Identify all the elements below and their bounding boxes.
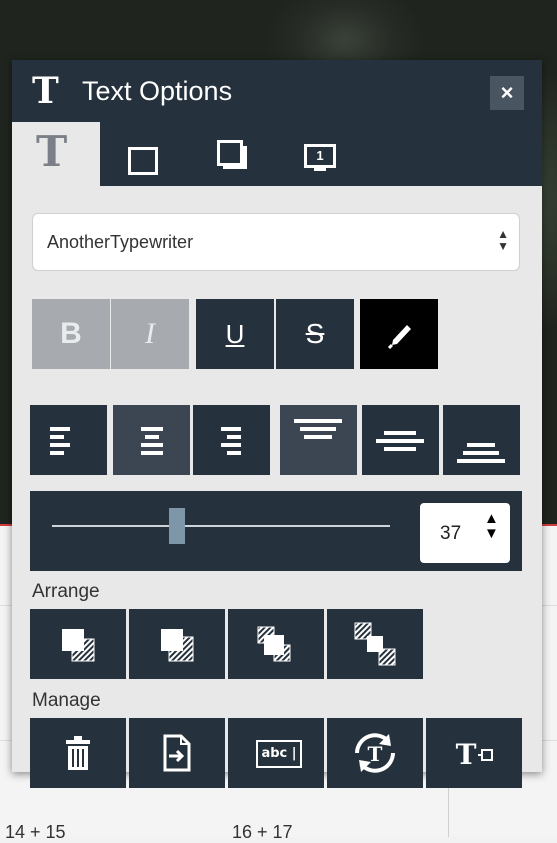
text-field-button[interactable]: T	[426, 718, 522, 788]
text-color-button[interactable]	[360, 299, 438, 369]
font-size-value: 37	[440, 523, 462, 544]
bring-forward-icon	[161, 629, 194, 662]
font-size-control: 37 ▲ ▼	[30, 491, 522, 571]
background-label: 14 + 15	[5, 822, 66, 842]
textbox-button[interactable]: abc |	[228, 718, 324, 788]
screen-icon: 1	[304, 144, 336, 171]
select-arrows-icon: ▲ ▼	[497, 227, 509, 253]
svg-text:T: T	[456, 738, 477, 771]
align-center-button[interactable]	[113, 405, 190, 475]
refresh-text-button[interactable]: T	[327, 718, 423, 788]
font-select-value: AnotherTypewriter	[47, 232, 194, 252]
background-label: 16 + 17	[232, 822, 293, 842]
svg-text:T: T	[368, 742, 383, 766]
send-backward-icon	[257, 626, 291, 662]
paint-brush-icon	[387, 325, 411, 350]
send-to-back-button[interactable]	[327, 609, 423, 679]
bring-to-front-icon	[62, 629, 95, 662]
file-export-icon	[163, 734, 191, 772]
valign-top-button[interactable]	[280, 405, 357, 475]
close-button[interactable]: ×	[490, 76, 524, 110]
text-T-icon: T	[36, 127, 68, 176]
font-size-slider-track[interactable]	[52, 525, 390, 527]
panel-header: T Text Options ×	[12, 60, 542, 122]
export-button[interactable]	[129, 718, 225, 788]
refresh-text-icon: T	[355, 733, 395, 773]
valign-bottom-icon	[457, 443, 505, 463]
bold-button[interactable]: B	[32, 299, 110, 369]
font-size-input[interactable]: 37 ▲ ▼	[420, 503, 510, 563]
align-left-button[interactable]	[30, 405, 107, 475]
manage-toolbar: abc | T T	[30, 718, 530, 788]
text-field-icon: T	[456, 738, 493, 771]
arrange-toolbar	[30, 609, 430, 679]
italic-button[interactable]: I	[111, 299, 189, 369]
valign-middle-button[interactable]	[362, 405, 439, 475]
arrange-label: Arrange	[32, 581, 100, 602]
valign-top-icon	[294, 419, 342, 439]
align-left-icon	[50, 427, 70, 455]
valign-middle-icon	[376, 431, 424, 451]
send-to-back-icon	[354, 622, 396, 666]
manage-label: Manage	[32, 690, 101, 711]
text-options-panel: T Text Options × T 1 AnotherTypewriter ▲…	[12, 60, 542, 788]
tab-text[interactable]: T	[12, 122, 100, 186]
align-center-icon	[141, 427, 163, 455]
font-select[interactable]: AnotherTypewriter ▲ ▼	[32, 213, 520, 271]
bring-to-front-button[interactable]	[30, 609, 126, 679]
square-outline-icon	[128, 147, 158, 175]
shadow-box-icon	[217, 140, 247, 169]
align-right-icon	[221, 427, 241, 455]
text-T-icon: T	[32, 70, 59, 112]
tab-bar: T 1	[12, 122, 542, 186]
valign-bottom-button[interactable]	[443, 405, 520, 475]
delete-button[interactable]	[30, 718, 126, 788]
panel-title: Text Options	[82, 76, 233, 106]
stepper-arrows-icon[interactable]: ▲ ▼	[484, 511, 499, 541]
font-size-slider-thumb[interactable]	[169, 508, 185, 544]
trash-icon	[66, 736, 90, 770]
underline-button[interactable]: U	[196, 299, 274, 369]
send-backward-button[interactable]	[228, 609, 324, 679]
align-right-button[interactable]	[193, 405, 270, 475]
strikethrough-button[interactable]: S	[276, 299, 354, 369]
textbox-icon: abc |	[256, 740, 302, 768]
bring-forward-button[interactable]	[129, 609, 225, 679]
